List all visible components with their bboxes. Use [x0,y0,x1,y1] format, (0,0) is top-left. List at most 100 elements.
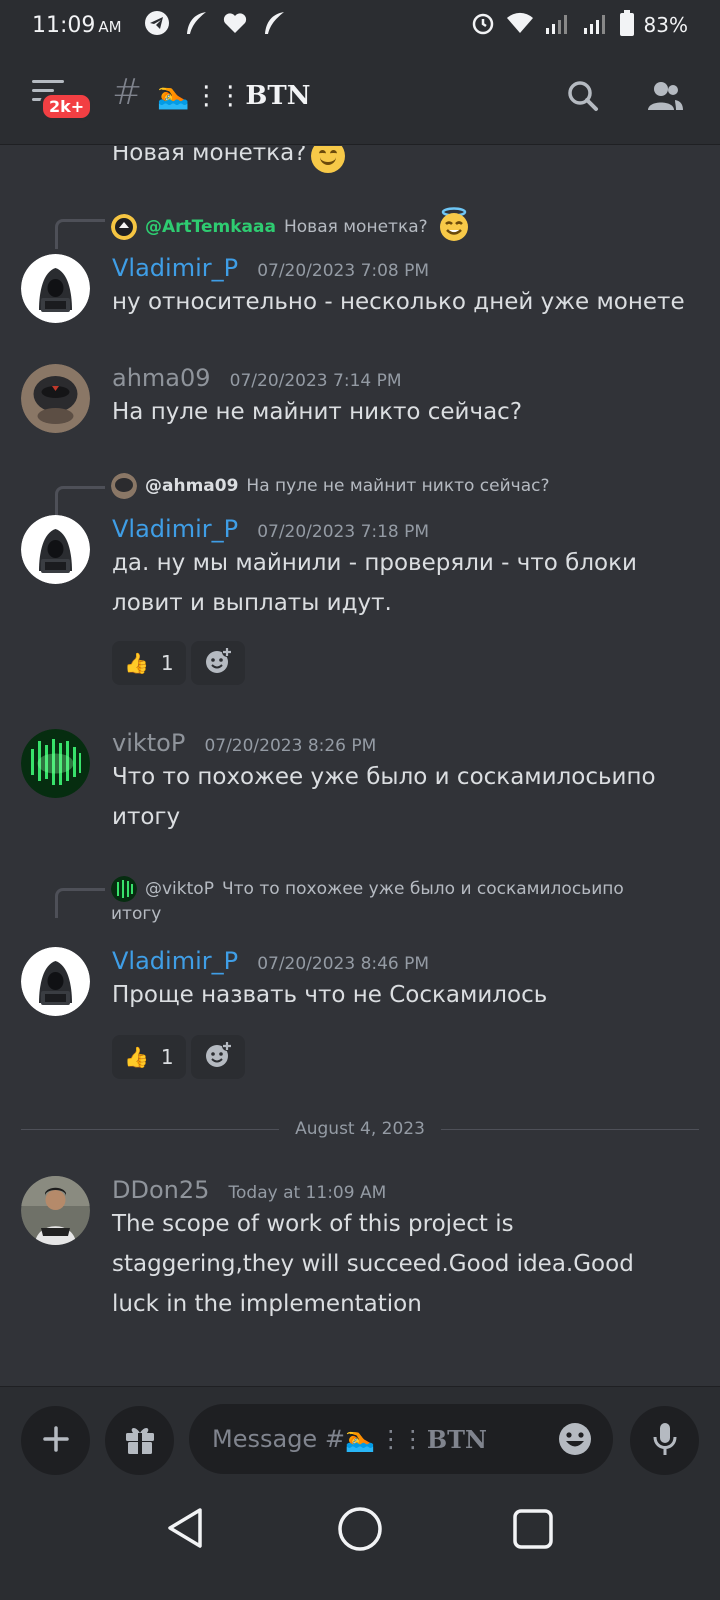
message-item[interactable]: viktoP 07/20/2023 8:26 PM Что то похожее… [112,729,690,837]
timestamp: 07/20/2023 7:08 PM [257,261,430,281]
reaction-count: 1 [160,1045,174,1069]
plus-icon [42,1425,70,1457]
emoji-icon[interactable] [557,1421,593,1463]
message-text: The scope of work of this project is [112,1211,514,1237]
channel-header: 2k+ # 🏊 ⋮⋮ BTN [0,50,720,145]
status-notifications [144,10,286,40]
message-text: Что то похожее уже было и соскамилосьипо [112,764,656,790]
divider-line [21,1128,280,1130]
signal-icon [544,12,572,39]
battery-icon [619,9,634,41]
voice-message-button[interactable] [630,1406,699,1475]
gift-button[interactable] [105,1406,174,1475]
channel-dots: ⋮⋮ [378,1425,425,1453]
avatar[interactable] [21,729,90,798]
message-text: На пуле не майнит никто сейчас? [112,399,523,425]
author-name[interactable]: DDon25 [112,1176,209,1204]
swimmer-emoji: 🏊 [157,81,190,111]
reply-connector [55,486,105,516]
battery-percent: 83% [643,13,688,37]
add-reaction-icon [203,1040,233,1074]
author-name[interactable]: Vladimir_P [112,254,238,282]
reply-text: Что то похожее уже было и соскамилосьипо [221,879,624,899]
reply-author: @ahma09 [145,476,239,496]
author-name[interactable]: Vladimir_P [112,947,238,975]
message-input[interactable]: Message # 🏊 ⋮⋮ BTN [189,1404,613,1474]
reply-preview[interactable]: @ahma09 На пуле не майнит никто сейчас? [111,473,690,499]
reply-text: итогу [111,904,162,924]
timestamp: 07/20/2023 8:46 PM [257,954,430,974]
home-icon[interactable] [337,1506,383,1556]
message-list[interactable]: Новая монетка? @ArtTemkaaa Новая монетка… [0,146,720,1386]
input-placeholder-suffix: BTN [426,1424,487,1454]
input-placeholder-prefix: Message # [212,1425,345,1453]
message-text: luck in the implementation [112,1291,422,1317]
author-name[interactable]: viktoP [112,729,185,757]
composer-bar: Message # 🏊 ⋮⋮ BTN [0,1386,720,1486]
thumbs-up-reaction[interactable]: 👍 1 [112,641,186,685]
channel-dots: ⋮⋮ [193,81,243,111]
wifi-icon [506,11,534,40]
message-item[interactable]: Vladimir_P 07/20/2023 7:08 PM ну относит… [112,254,690,322]
message-text: итогу [112,804,181,830]
system-nav-bar [0,1486,720,1600]
divider-date: August 4, 2023 [295,1119,425,1139]
message-text: ловит и выплаты идут. [112,590,392,616]
alarm-icon [470,10,496,41]
avatar[interactable] [21,364,90,433]
message-text: Проще назвать что не Соскамилось [112,982,548,1008]
mic-icon [650,1421,680,1461]
add-reaction-icon [203,646,233,680]
halo-smile-emoji [436,206,472,247]
channel-name: BTN [245,81,311,111]
timestamp: 07/20/2023 7:14 PM [229,371,402,391]
smile-emoji [311,146,346,173]
add-reaction-button[interactable] [191,1035,245,1079]
channel-title[interactable]: 🏊 ⋮⋮ BTN [157,81,310,111]
signal-icon [582,12,610,39]
timestamp: 07/20/2023 7:18 PM [257,522,430,542]
author-name[interactable]: Vladimir_P [112,515,238,543]
timestamp: 07/20/2023 8:26 PM [204,736,377,756]
reply-avatar [111,876,137,902]
recents-icon[interactable] [512,1508,554,1554]
message-item[interactable]: Новая монетка? [112,146,690,173]
date-divider: August 4, 2023 [21,1119,700,1139]
search-icon[interactable] [565,78,601,114]
thumbs-up-emoji: 👍 [124,1045,149,1069]
message-item[interactable]: Vladimir_P 07/20/2023 7:18 PM да. ну мы … [112,515,690,623]
message-item[interactable]: ahma09 07/20/2023 7:14 PM На пуле не май… [112,364,690,432]
status-bar: 11:09 AM 83% [0,0,720,50]
author-name[interactable]: ahma09 [112,364,211,392]
feather-icon [262,10,286,40]
reply-text: Новая монетка? [283,216,428,237]
message-item[interactable]: DDon25 Today at 11:09 AM The scope of wo… [112,1176,690,1324]
members-icon[interactable] [645,78,685,114]
unread-badge: 2k+ [40,92,94,121]
reply-preview[interactable]: @ArtTemkaaa Новая монетка? [111,206,690,247]
message-text: Новая монетка? [112,146,307,166]
feather-icon [184,10,208,40]
reply-avatar [111,473,137,499]
add-attachment-button[interactable] [21,1406,90,1475]
reply-avatar [111,213,137,240]
message-text: да. ну мы майнили - проверяли - что блок… [112,550,637,576]
avatar[interactable] [21,254,90,323]
thumbs-up-emoji: 👍 [124,651,149,675]
add-reaction-button[interactable] [191,641,245,685]
reply-connector [55,888,105,918]
reply-connector [55,219,105,249]
status-indicators: 83% [470,9,688,41]
reply-preview[interactable]: @viktoP Что то похожее уже было и соскам… [111,876,690,924]
thumbs-up-reaction[interactable]: 👍 1 [112,1035,186,1079]
message-item[interactable]: Vladimir_P 07/20/2023 8:46 PM Проще назв… [112,947,690,1015]
reaction-count: 1 [160,651,174,675]
avatar[interactable] [21,515,90,584]
avatar[interactable] [21,1176,90,1245]
swimmer-emoji: 🏊 [344,1425,375,1453]
back-icon[interactable] [165,1506,205,1554]
heart-icon [222,11,248,39]
message-text: staggering,they will succeed.Good idea.G… [112,1251,634,1277]
reply-author: @ArtTemkaaa [145,216,276,237]
avatar[interactable] [21,947,90,1016]
